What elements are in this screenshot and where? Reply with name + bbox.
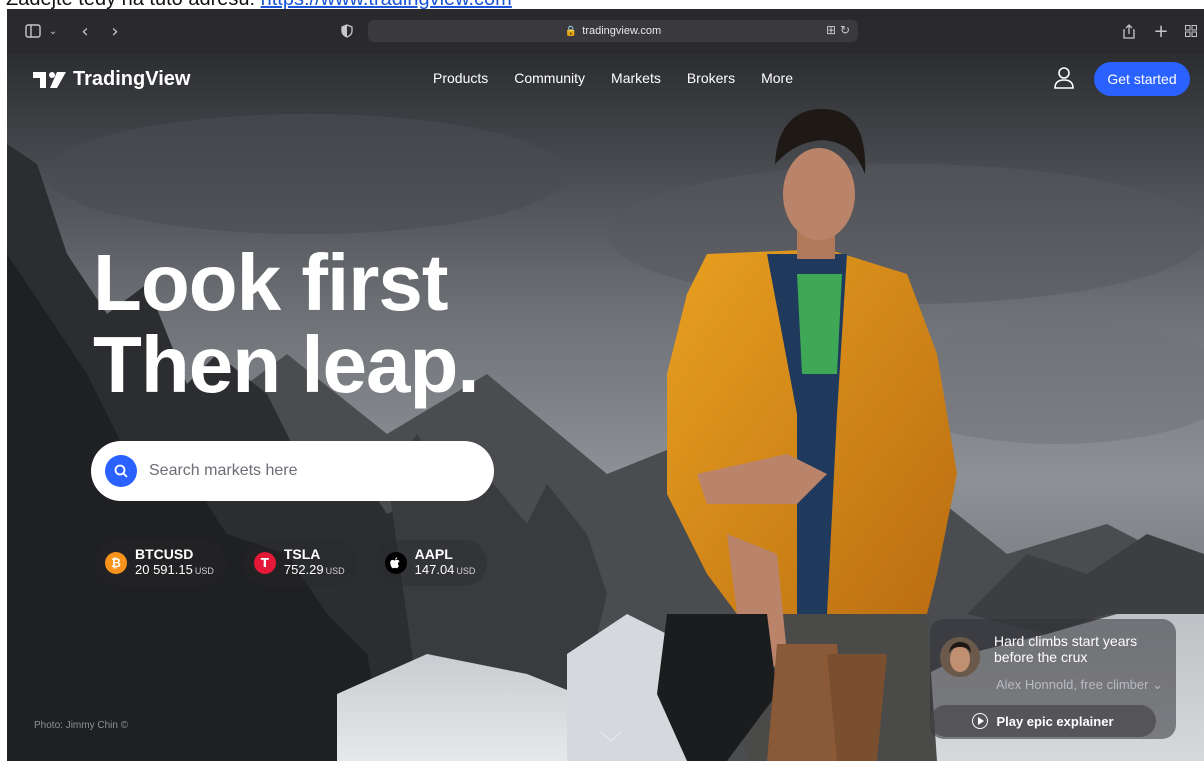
ticker-tsla[interactable]: T TSLA 752.29 USD (243, 540, 357, 586)
address-bar[interactable]: 🔒 tradingview.com ⊞ ↻ (368, 20, 858, 42)
ticker-list: ₿ BTCUSD 20 591.15 USD T TSLA 752.29 USD A (95, 540, 505, 586)
address-actions: ⊞ ↻ (826, 23, 850, 37)
play-icon (972, 713, 989, 729)
market-search[interactable]: Search markets here (91, 441, 494, 501)
reload-icon[interactable]: ↻ (840, 23, 850, 37)
ticker-price: 20 591.15 USD (135, 562, 214, 577)
chevron-down-icon[interactable]: ⌄ (47, 21, 59, 41)
top-nav: TradingView Products Community Markets B… (7, 54, 1204, 106)
address-text: tradingview.com (582, 25, 662, 37)
get-started-button[interactable]: Get started (1094, 62, 1190, 96)
nav-markets[interactable]: Markets (611, 70, 661, 86)
lock-icon: 🔒 (564, 25, 578, 37)
translate-icon[interactable]: ⊞ (826, 23, 836, 37)
ticker-symbol: BTCUSD (135, 546, 194, 562)
quote-text: Hard climbs start years before the crux (994, 633, 1138, 665)
search-input[interactable]: Search markets here (149, 462, 298, 480)
ticker-price: 147.04 USD (414, 562, 476, 577)
bitcoin-icon: ₿ (105, 552, 127, 574)
photo-credit: Photo: Jimmy Chin © (34, 720, 129, 731)
chevron-down-icon: ⌄ (1152, 677, 1163, 692)
ticker-price: 752.29 USD (283, 562, 345, 577)
ticker-symbol: AAPL (414, 546, 453, 562)
headline-line-2: Then leap. (93, 320, 480, 409)
sidebar-icon[interactable] (23, 21, 43, 41)
page-hero: TradingView Products Community Markets B… (7, 54, 1204, 761)
search-icon[interactable] (105, 455, 137, 487)
new-tab-icon[interactable]: + (1153, 21, 1169, 42)
nav-more[interactable]: More (761, 70, 793, 86)
tesla-icon: T (253, 552, 276, 574)
quote-card: Hard climbs start years before the crux … (930, 619, 1176, 739)
nav-links: Products Community Markets Brokers More (433, 70, 793, 86)
scroll-down-chevron-icon[interactable] (599, 730, 623, 744)
browser-window: ⌄ ‹ › 🔒 tradingview.com ⊞ ↻ + TradingVie… (7, 9, 1204, 761)
hero-headline: Look first Then leap. (93, 238, 480, 409)
tradingview-mark-icon (33, 71, 66, 88)
user-icon[interactable] (1053, 66, 1075, 90)
nav-products[interactable]: Products (433, 70, 488, 86)
quote-author[interactable]: Alex Honnold, free climber ⌄ (996, 677, 1163, 693)
privacy-shield-icon[interactable] (339, 21, 355, 41)
tab-overview-icon[interactable] (1183, 21, 1199, 41)
nav-community[interactable]: Community (514, 70, 585, 86)
forward-icon[interactable]: › (107, 21, 123, 42)
tradingview-logo[interactable]: TradingView (33, 68, 190, 91)
logo-text: TradingView (73, 68, 191, 90)
ticker-symbol: TSLA (283, 546, 321, 562)
browser-toolbar: ⌄ ‹ › 🔒 tradingview.com ⊞ ↻ + (7, 9, 1204, 54)
ticker-aapl[interactable]: AAPL 147.04 USD (374, 540, 488, 586)
headline-line-1: Look first (93, 238, 448, 327)
ticker-btcusd[interactable]: ₿ BTCUSD 20 591.15 USD (95, 540, 226, 586)
play-explainer-label: Play epic explainer (996, 713, 1114, 729)
apple-icon (384, 552, 407, 574)
share-icon[interactable] (1121, 21, 1137, 41)
avatar (940, 637, 980, 677)
play-explainer-button[interactable]: Play epic explainer (930, 705, 1156, 737)
back-icon[interactable]: ‹ (77, 21, 93, 42)
nav-brokers[interactable]: Brokers (687, 70, 735, 86)
